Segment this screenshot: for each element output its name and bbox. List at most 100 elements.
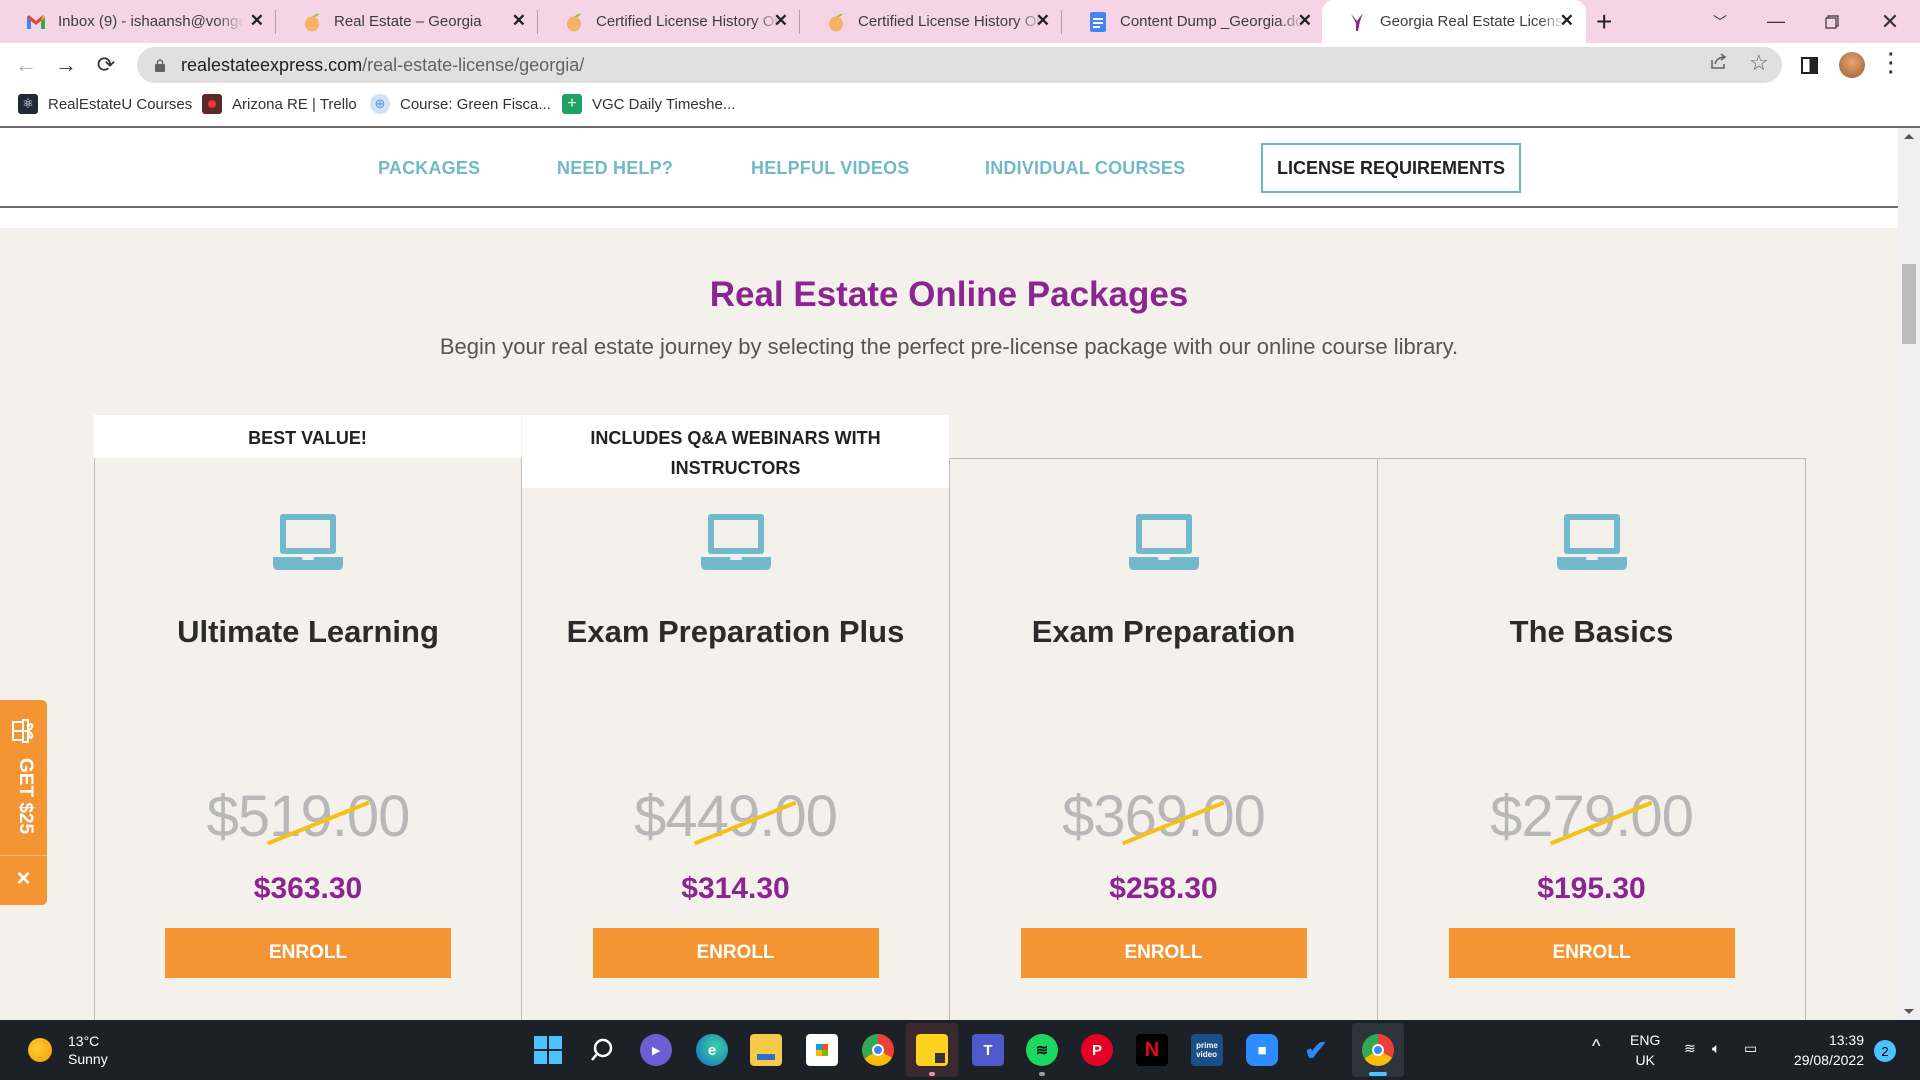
close-window-button[interactable]: ✕ <box>1862 0 1918 43</box>
original-price-text: $279.00 <box>1490 784 1694 849</box>
laptop-icon <box>1556 514 1627 570</box>
new-tab-button[interactable]: + <box>1596 6 1612 38</box>
clock[interactable]: 13:39 29/08/2022 <box>1780 1030 1864 1070</box>
scroll-down-arrow[interactable] <box>1904 1009 1914 1014</box>
edge-icon[interactable]: e <box>696 1034 728 1066</box>
tab-label: Real Estate – Georgia <box>334 13 482 30</box>
chrome-profile-icon[interactable] <box>1362 1034 1394 1066</box>
enroll-button[interactable]: ENROLL <box>1020 928 1307 978</box>
close-tab-icon[interactable]: ✕ <box>250 11 264 31</box>
package-card-exam-preparation: Exam Preparation $369.00 $258.30 ENROLL <box>950 228 1377 1020</box>
close-tab-icon[interactable]: ✕ <box>1298 11 1312 31</box>
tab-search-chevron-icon[interactable]: ﹀ <box>1692 0 1748 43</box>
chat-icon[interactable]: ▸ <box>640 1034 672 1066</box>
pinterest-icon[interactable]: P <box>1081 1034 1113 1066</box>
bookmark-star-icon[interactable]: ☆ <box>1749 50 1769 76</box>
bookmark-green-fiscal[interactable]: ⊕ Course: Green Fisca... <box>370 94 551 114</box>
bookmark-vgc-timesheet[interactable]: + VGC Daily Timeshe... <box>562 94 735 114</box>
peach-icon <box>302 12 322 32</box>
weather-desc: Sunny <box>68 1051 108 1067</box>
browser-tab-certified-license-1[interactable]: Certified License History Or ✕ <box>538 0 800 43</box>
teams-icon[interactable]: T <box>972 1034 1004 1066</box>
sun-icon <box>28 1038 52 1062</box>
spotify-icon[interactable]: ≋ <box>1026 1034 1058 1066</box>
browser-tab-real-estate-georgia[interactable]: Real Estate – Georgia ✕ <box>276 0 538 43</box>
netflix-icon[interactable]: N <box>1136 1034 1168 1066</box>
scrollbar-thumb[interactable] <box>1902 264 1916 344</box>
gift-icon <box>12 719 34 743</box>
minimize-button[interactable]: — <box>1748 0 1804 43</box>
enroll-button[interactable]: ENROLL <box>165 928 451 978</box>
close-tab-icon[interactable]: ✕ <box>512 11 526 31</box>
wifi-icon[interactable]: ≋ <box>1684 1038 1696 1058</box>
browser-tab-content-dump[interactable]: Content Dump _Georgia.dc ✕ <box>1062 0 1324 43</box>
site-navigation: PACKAGES NEED HELP? HELPFUL VIDEOS INDIV… <box>0 128 1898 208</box>
realestateexpress-icon <box>1348 12 1368 32</box>
browser-tab-certified-license-2[interactable]: Certified License History Or ✕ <box>800 0 1062 43</box>
nav-packages[interactable]: PACKAGES <box>378 158 480 179</box>
un-icon: ⊕ <box>370 94 390 114</box>
share-icon[interactable] <box>1709 51 1729 77</box>
package-name: The Basics <box>1509 614 1674 649</box>
scroll-up-arrow[interactable] <box>1904 134 1914 139</box>
reload-button[interactable]: ⟳ <box>92 51 120 79</box>
zoom-icon[interactable]: ■ <box>1246 1034 1278 1066</box>
file-explorer-icon[interactable] <box>750 1034 782 1066</box>
bookmark-label: RealEstateU Courses <box>48 95 193 113</box>
back-button[interactable]: ← <box>12 51 40 79</box>
package-card-the-basics: The Basics $279.00 $195.30 ENROLL <box>1378 228 1805 1020</box>
close-tab-icon[interactable]: ✕ <box>1560 11 1574 31</box>
referral-promo-tab[interactable]: GET $25 × <box>0 700 47 905</box>
nav-need-help[interactable]: NEED HELP? <box>557 158 673 179</box>
peach-icon <box>826 12 846 32</box>
microsoft-store-icon[interactable] <box>806 1034 838 1066</box>
bookmark-label: VGC Daily Timeshe... <box>592 95 736 113</box>
lang-code: ENG <box>1630 1032 1661 1048</box>
windows-start-icon[interactable] <box>532 1034 564 1066</box>
todo-icon[interactable]: ✔ <box>1300 1034 1332 1066</box>
tab-label: Certified License History Or <box>596 13 780 30</box>
battery-icon[interactable]: ▭ <box>1744 1038 1757 1058</box>
sale-price: $258.30 <box>1109 872 1218 905</box>
browser-tab-gmail[interactable]: Inbox (9) - ishaansh@vonge ✕ <box>0 0 276 43</box>
browser-tab-georgia-real-estate-license[interactable]: Georgia Real Estate License ✕ <box>1322 0 1586 43</box>
package-card-exam-preparation-plus: Exam Preparation Plus $449.00 $314.30 EN… <box>522 228 949 1020</box>
laptop-icon <box>700 514 771 570</box>
nav-license-requirements[interactable]: LICENSE REQUIREMENTS <box>1261 143 1521 193</box>
url-path: /real-estate-license/georgia/ <box>362 54 585 75</box>
package-card-ultimate-learning: Ultimate Learning $519.00 $363.30 ENROLL <box>95 228 521 1020</box>
page-scrollbar[interactable] <box>1898 128 1920 1020</box>
laptop-icon <box>1128 514 1199 570</box>
sticky-notes-icon[interactable] <box>916 1034 948 1066</box>
address-bar[interactable]: realestateexpress.com/real-estate-licens… <box>137 47 1782 83</box>
forward-button[interactable]: → <box>52 51 80 79</box>
close-tab-icon[interactable]: ✕ <box>774 11 788 31</box>
enroll-button[interactable]: ENROLL <box>592 928 879 978</box>
nav-individual-courses[interactable]: INDIVIDUAL COURSES <box>985 158 1185 179</box>
volume-icon[interactable]: 🔈︎ <box>1712 1038 1720 1058</box>
search-icon[interactable] <box>586 1034 618 1066</box>
windows-taskbar: 13°C Sunny ▸ e T ≋ P N prime video ■ ✔ ^ E… <box>0 1020 1920 1080</box>
prime-video-icon[interactable]: prime video <box>1191 1034 1223 1066</box>
chrome-menu-icon[interactable]: · · · <box>1888 45 1895 83</box>
profile-avatar[interactable] <box>1839 52 1865 78</box>
weather-widget[interactable]: 13°C Sunny <box>28 1032 108 1068</box>
url-host: realestateexpress.com <box>181 54 363 75</box>
close-promo-button[interactable]: × <box>0 865 47 893</box>
bookmark-trello[interactable]: Arizona RE | Trello <box>202 94 357 114</box>
bookmark-realestateu[interactable]: ⚛ RealEstateU Courses <box>18 94 192 114</box>
url-text: realestateexpress.com/real-estate-licens… <box>181 55 584 76</box>
side-panel-icon[interactable] <box>1801 57 1818 74</box>
close-tab-icon[interactable]: ✕ <box>1036 11 1050 31</box>
restore-button[interactable] <box>1804 0 1860 43</box>
trello-icon <box>202 94 222 114</box>
nav-helpful-videos[interactable]: HELPFUL VIDEOS <box>751 158 910 179</box>
chrome-icon[interactable] <box>862 1034 894 1066</box>
show-hidden-icons-chevron[interactable]: ^ <box>1592 1036 1600 1056</box>
tab-label: Certified License History Or <box>858 13 1042 30</box>
enroll-button[interactable]: ENROLL <box>1448 928 1735 978</box>
gmail-icon <box>26 12 46 32</box>
spacer <box>0 208 1898 228</box>
language-indicator[interactable]: ENG UK <box>1630 1030 1660 1070</box>
notification-badge[interactable]: 2 <box>1874 1040 1896 1062</box>
